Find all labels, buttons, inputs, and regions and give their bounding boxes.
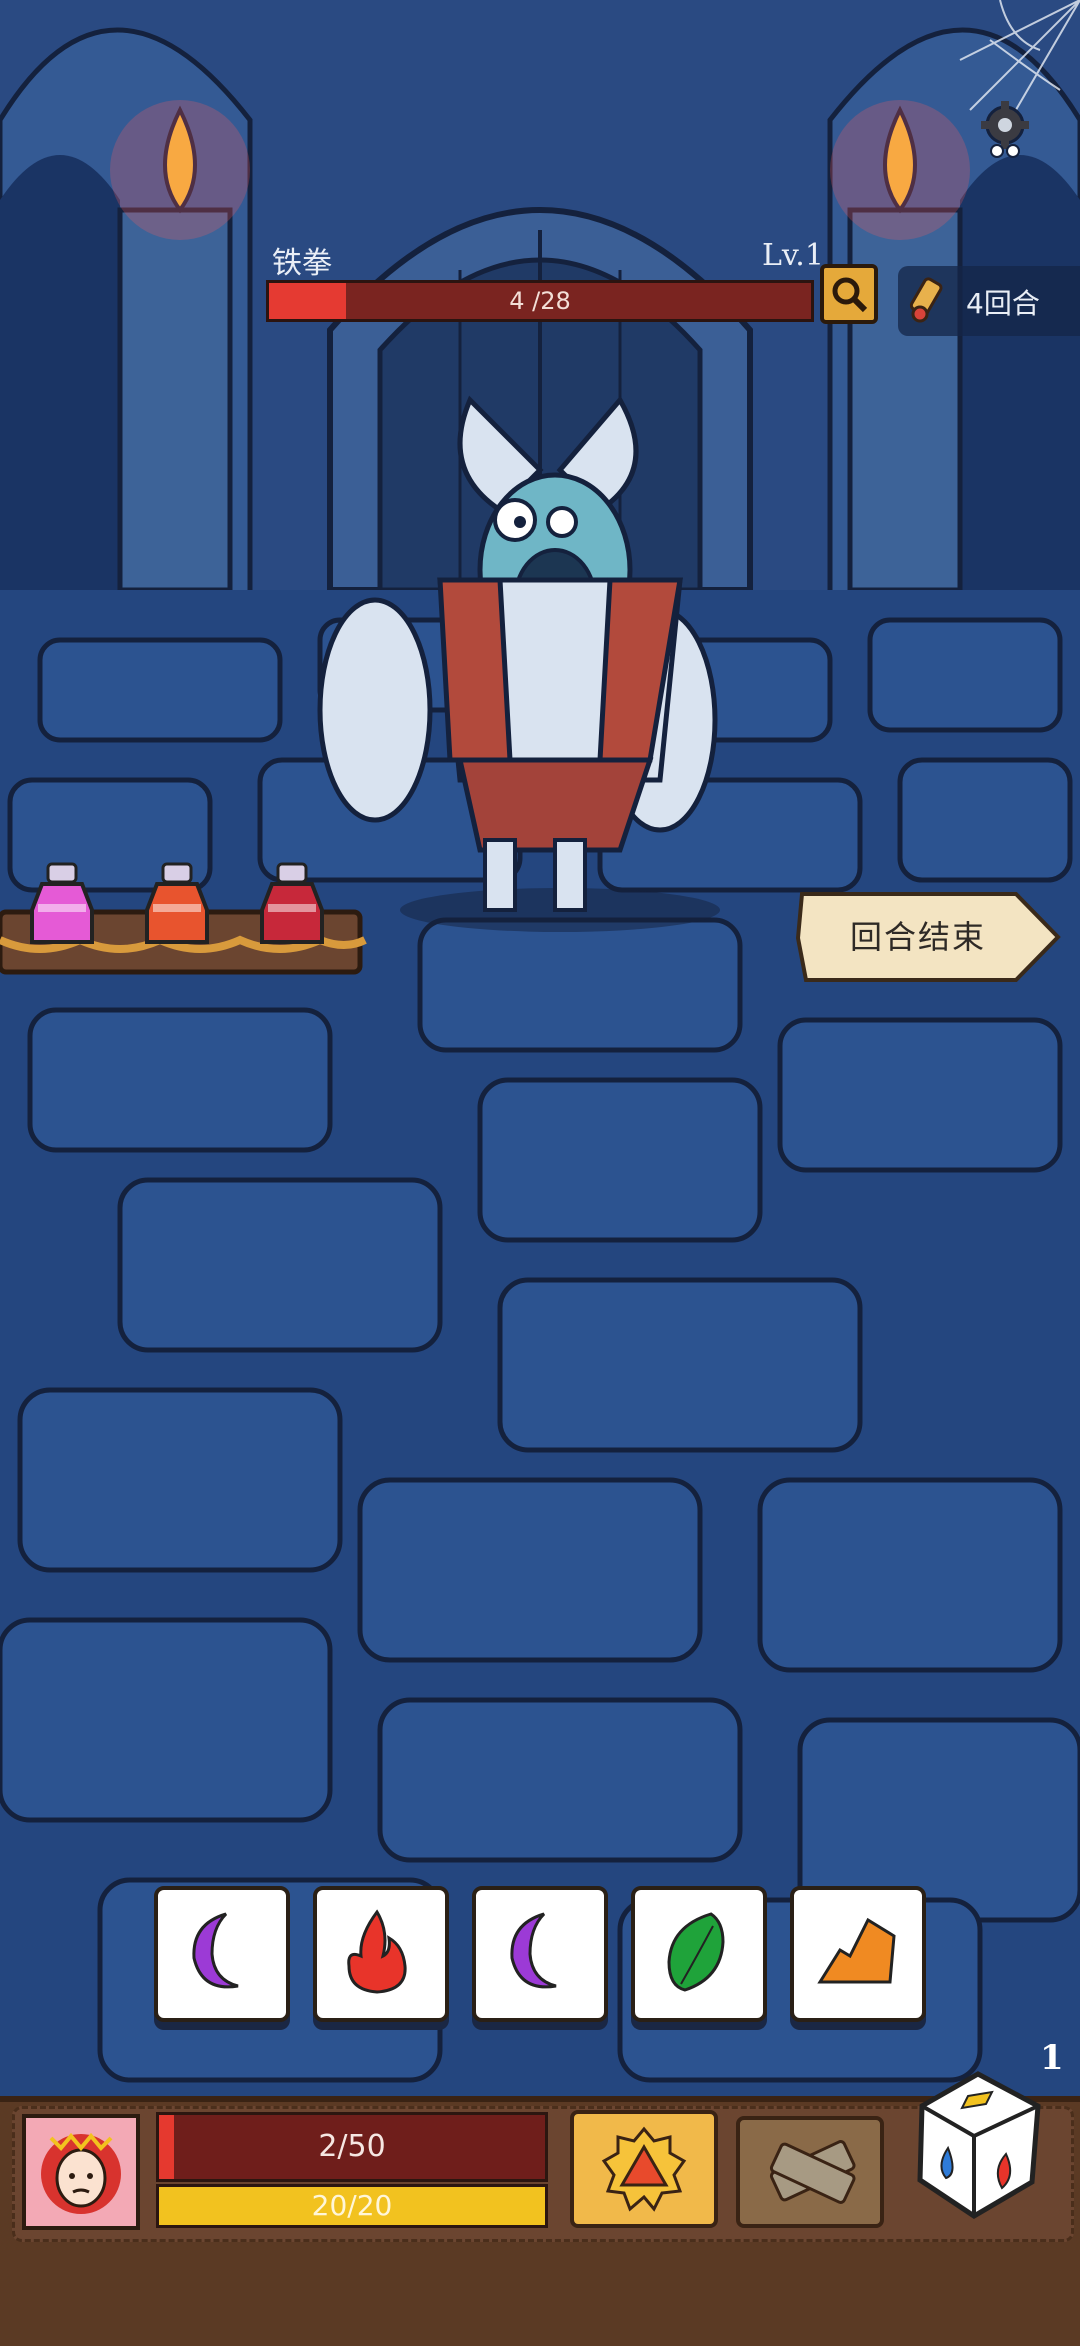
red-potion[interactable]	[252, 860, 332, 950]
dice-tile-leaf[interactable]	[631, 1886, 767, 2022]
player-energy-text: 20/20	[311, 2189, 393, 2222]
player-hp-bar: 2/50	[156, 2112, 548, 2182]
d20-icon	[601, 2126, 687, 2212]
dice-tile-moon[interactable]	[154, 1886, 290, 2022]
player-avatar[interactable]	[22, 2114, 140, 2230]
enemy-hp-text: 4 /28	[509, 287, 571, 315]
hero-portrait	[26, 2118, 136, 2226]
orange-potion[interactable]	[137, 860, 217, 950]
player-energy-bar: 20/20	[156, 2184, 548, 2228]
dice-tile-moon[interactable]	[472, 1886, 608, 2022]
gear-icon	[981, 101, 1029, 158]
reroll-skill-button[interactable]	[570, 2110, 718, 2228]
leaf-icon	[667, 1912, 725, 1992]
dice-tile-row	[154, 1886, 926, 2026]
roll-dice-button[interactable]	[912, 2070, 1044, 2220]
dice-count: 1	[1040, 2038, 1064, 2078]
dice-tile-earth[interactable]	[790, 1886, 926, 2022]
end-turn-label[interactable]: 回合结束	[850, 912, 986, 958]
enemy-level: Lv.1	[762, 238, 824, 273]
bandage-icon	[769, 2140, 856, 2204]
moon-icon	[510, 1912, 557, 1989]
enemy-name: 铁拳	[272, 246, 332, 281]
rounds-label: 4回合	[966, 287, 1040, 320]
player-hp-text: 2/50	[318, 2129, 386, 2164]
earth-icon	[817, 1917, 896, 1984]
enemy-hp-bar: 4 /28	[266, 280, 814, 322]
fire-icon	[347, 1909, 407, 1994]
bandage-skill-button[interactable]	[736, 2116, 884, 2228]
pink-potion[interactable]	[22, 860, 102, 950]
magnifier-icon	[832, 277, 868, 313]
settings-button[interactable]	[970, 94, 1040, 164]
scroll-icon	[909, 277, 943, 323]
dice-tile-fire[interactable]	[313, 1886, 449, 2022]
inspect-enemy-button[interactable]	[820, 264, 878, 324]
moon-icon	[192, 1912, 239, 1989]
